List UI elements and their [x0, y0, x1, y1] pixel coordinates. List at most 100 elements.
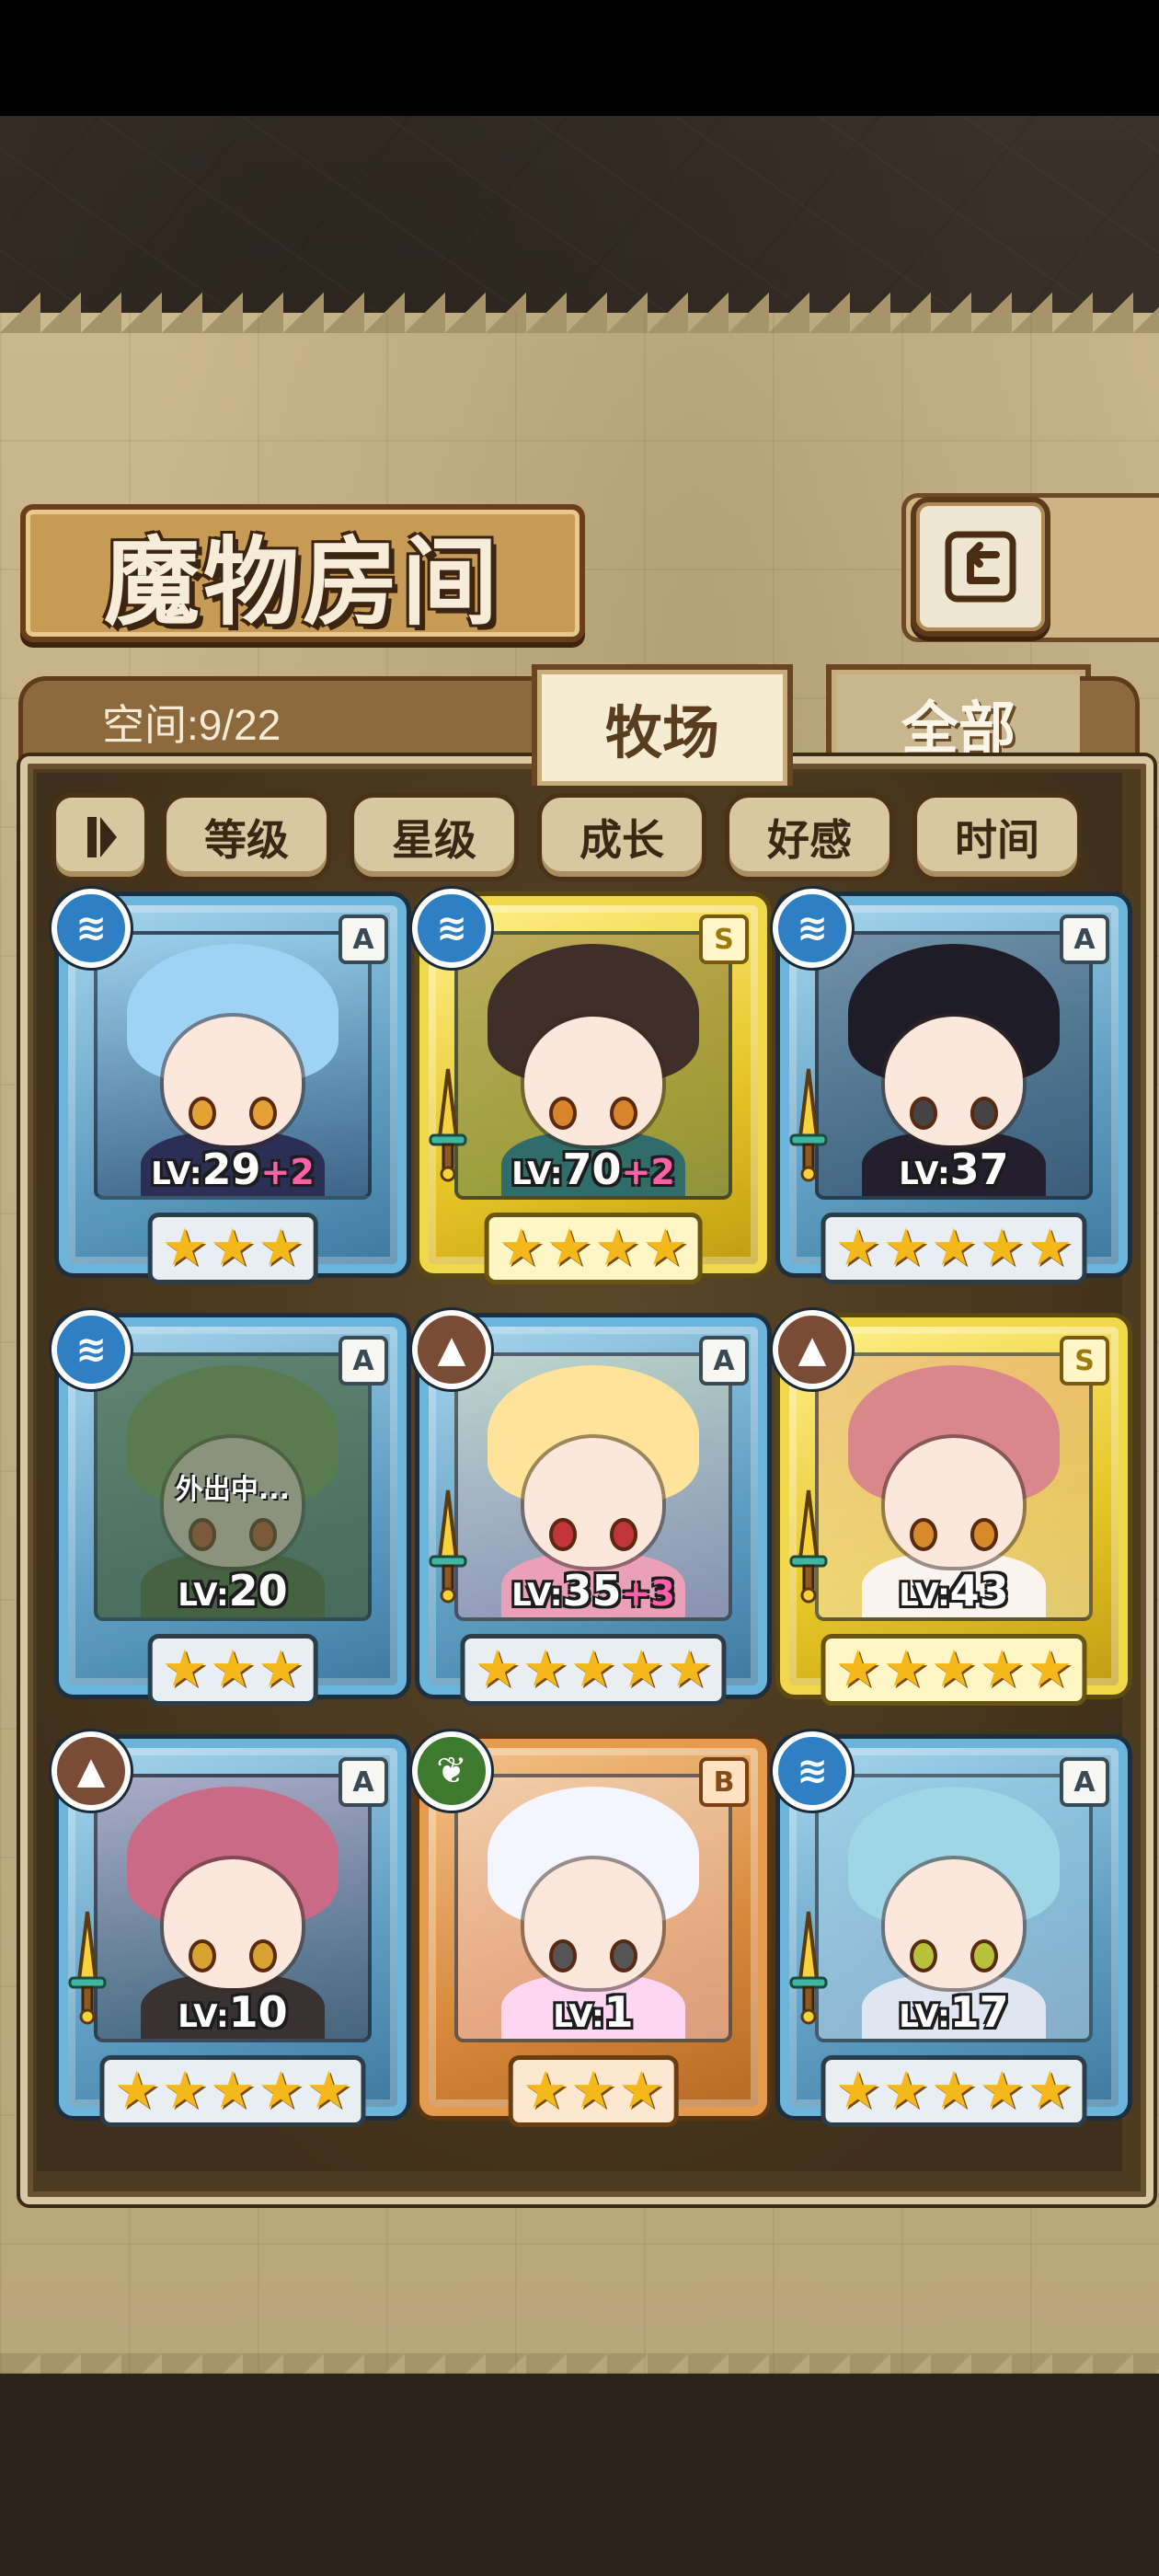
sort-affinity-button[interactable]: 好感 [725, 793, 894, 881]
sort-star-button[interactable]: 星级 [350, 793, 519, 881]
star-icon: ★ [834, 1218, 881, 1278]
star-rating: ★ ★ ★ [508, 2055, 679, 2127]
page-title: 魔物房间 [103, 524, 501, 638]
monster-card[interactable]: 外出中... ≋ A LV:20 ★ ★ ★ [52, 1310, 407, 1706]
star-icon: ★ [618, 1639, 665, 1699]
star-icon: ★ [834, 2061, 881, 2121]
rank-badge: B [699, 1757, 749, 1807]
monster-card[interactable]: ≋ S LV:70+2 ★ ★ ★ ★ [412, 889, 767, 1284]
rank-badge: A [699, 1336, 749, 1386]
status-bar [0, 0, 1159, 116]
star-rating: ★ ★ ★ ★ ★ [460, 1634, 727, 1706]
star-icon: ★ [498, 1218, 545, 1278]
rank-badge: S [1060, 1336, 1109, 1386]
star-icon: ★ [930, 1218, 978, 1278]
star-icon: ★ [209, 1639, 257, 1699]
monster-card[interactable]: ▲ S LV:43 ★ ★ ★ ★ ★ [773, 1310, 1128, 1706]
monster-level: LV:17 [899, 1987, 1009, 2037]
monster-level-value: 37 [949, 1144, 1009, 1194]
water-element-icon: ≋ [52, 889, 131, 968]
monster-card[interactable]: ▲ A LV:10 ★ ★ ★ ★ ★ [52, 1731, 407, 2127]
star-icon: ★ [113, 2061, 160, 2121]
monster-level: LV:35+3 [511, 1566, 675, 1616]
level-bonus: +2 [260, 1152, 315, 1192]
monster-level: LV:29+2 [151, 1144, 315, 1194]
rank-badge: A [339, 1336, 388, 1386]
star-rating: ★ ★ ★ ★ ★ [820, 2055, 1087, 2127]
pause-icon [87, 817, 97, 857]
monster-card[interactable]: ≋ A LV:17 ★ ★ ★ ★ ★ [773, 1731, 1128, 2127]
monster-level-value: 43 [949, 1566, 1009, 1616]
rank-badge: A [1060, 1757, 1109, 1807]
monster-level: LV:37 [899, 1144, 1009, 1194]
rank-badge: A [1060, 914, 1109, 964]
nature-element-icon: ❦ [412, 1731, 491, 1811]
level-bonus: +3 [621, 1573, 675, 1614]
monster-level-value: 29 [201, 1144, 261, 1194]
star-icon: ★ [979, 1218, 1026, 1278]
star-rating: ★ ★ ★ ★ ★ [820, 1213, 1087, 1284]
tab-ranch[interactable]: 牧场 [532, 664, 793, 786]
sort-order-toggle-button[interactable] [52, 793, 149, 881]
monster-card[interactable]: ▲ A LV:35+3 ★ ★ ★ ★ ★ [412, 1310, 767, 1706]
star-icon: ★ [305, 2061, 352, 2121]
monster-level-value: 20 [228, 1566, 288, 1616]
water-element-icon: ≋ [412, 889, 491, 968]
star-icon: ★ [979, 2061, 1026, 2121]
monster-level: LV:10 [178, 1987, 288, 2037]
star-icon: ★ [882, 2061, 929, 2121]
star-rating: ★ ★ ★ ★ [484, 1213, 703, 1284]
return-arrow-icon [945, 531, 1016, 603]
bottom-background [0, 2374, 1159, 2576]
star-icon: ★ [569, 2061, 617, 2121]
rank-badge: A [339, 1757, 388, 1807]
star-icon: ★ [258, 2061, 304, 2121]
monster-level-value: 1 [603, 1987, 634, 2037]
water-element-icon: ≋ [52, 1310, 131, 1389]
star-icon: ★ [930, 1639, 978, 1699]
water-element-icon: ≋ [773, 889, 852, 968]
earth-element-icon: ▲ [412, 1310, 491, 1389]
star-rating: ★ ★ ★ ★ ★ [820, 1634, 1087, 1706]
star-icon: ★ [545, 1218, 592, 1278]
monster-level: LV:1 [553, 1987, 634, 2037]
monster-card[interactable]: ≋ A LV:37 ★ ★ ★ ★ ★ [773, 889, 1128, 1284]
star-icon: ★ [522, 1639, 568, 1699]
star-icon: ★ [161, 1639, 208, 1699]
star-icon: ★ [666, 1639, 713, 1699]
away-status-label: 外出中... [175, 1474, 291, 1506]
star-rating: ★ ★ ★ ★ ★ [99, 2055, 366, 2127]
monster-level: LV:43 [899, 1566, 1009, 1616]
monster-level-value: 17 [949, 1987, 1009, 2037]
star-icon: ★ [258, 1639, 304, 1699]
water-element-icon: ≋ [773, 1731, 852, 1811]
monster-card[interactable]: ❦ B LV:1 ★ ★ ★ [412, 1731, 767, 2127]
sort-level-button[interactable]: 等级 [162, 793, 331, 881]
star-icon: ★ [618, 2061, 665, 2121]
star-icon: ★ [474, 1639, 521, 1699]
star-icon: ★ [209, 1218, 257, 1278]
star-icon: ★ [569, 1639, 617, 1699]
star-icon: ★ [161, 1218, 208, 1278]
level-bonus: +2 [621, 1152, 675, 1192]
monster-level-value: 35 [562, 1566, 622, 1616]
star-icon: ★ [594, 1218, 641, 1278]
monster-card[interactable]: ≋ A LV:29+2 ★ ★ ★ [52, 889, 407, 1284]
star-icon: ★ [161, 2061, 208, 2121]
star-icon: ★ [834, 1639, 881, 1699]
rank-badge: A [339, 914, 388, 964]
sort-time-button[interactable]: 时间 [912, 793, 1082, 881]
earth-element-icon: ▲ [52, 1731, 131, 1811]
monster-level: LV:70+2 [511, 1144, 675, 1194]
star-icon: ★ [522, 2061, 568, 2121]
page-title-plate: 魔物房间 [20, 504, 585, 642]
space-capacity-panel: 空间:9/22 [18, 676, 543, 764]
star-icon: ★ [1027, 1218, 1073, 1278]
sort-growth-button[interactable]: 成长 [537, 793, 706, 881]
star-icon: ★ [1027, 1639, 1073, 1699]
star-rating: ★ ★ ★ [147, 1213, 318, 1284]
star-rating: ★ ★ ★ [147, 1634, 318, 1706]
star-icon: ★ [642, 1218, 689, 1278]
back-button[interactable] [911, 497, 1050, 637]
star-icon: ★ [882, 1218, 929, 1278]
